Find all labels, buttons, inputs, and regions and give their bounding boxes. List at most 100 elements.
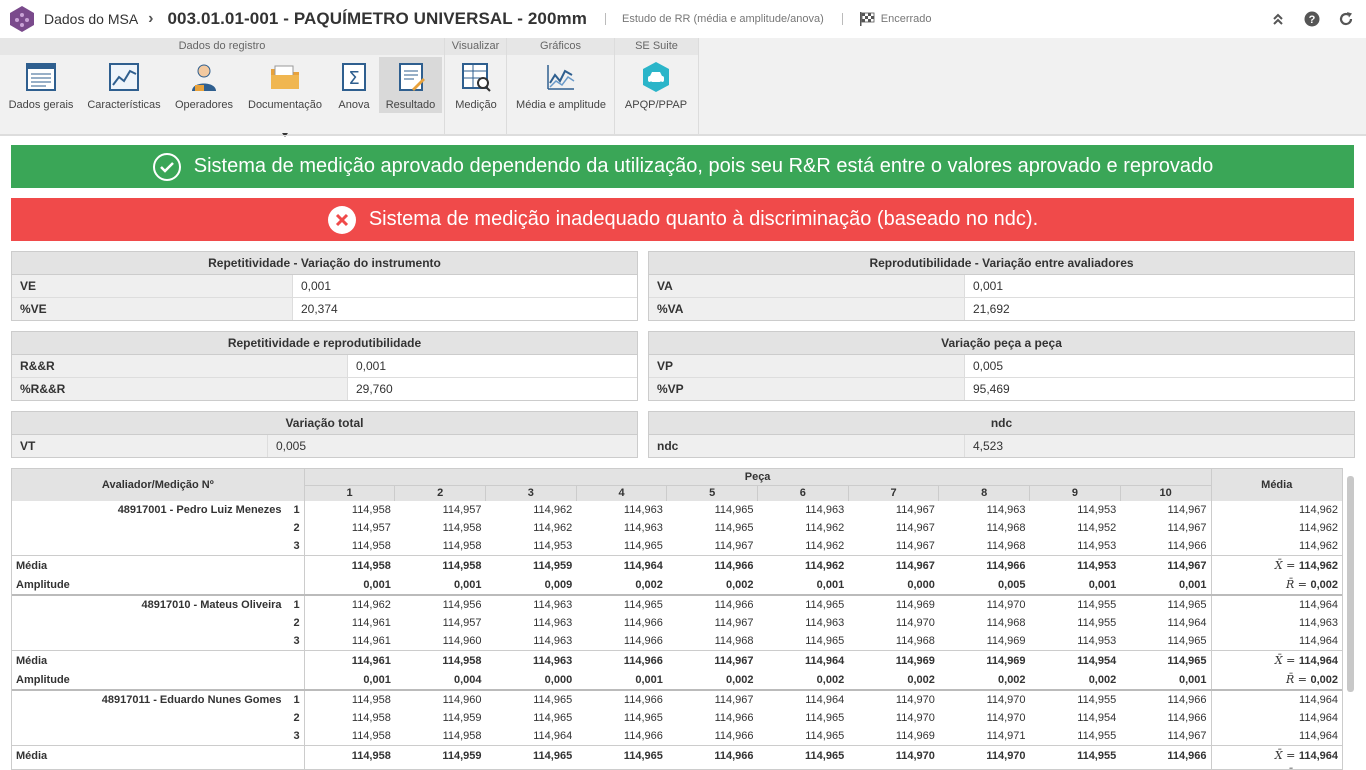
measurement-cell: 114,958	[351, 504, 391, 516]
measurement-cell: 114,963	[533, 617, 573, 629]
measurement-cell: 114,958	[442, 522, 482, 534]
collapse-icon[interactable]	[1268, 9, 1288, 29]
header-piece-number: 2	[394, 485, 487, 501]
measurement-cell: 114,957	[442, 504, 482, 516]
anova-button[interactable]: Σ Anova	[334, 57, 374, 113]
measurement-cell: 114,966	[623, 617, 663, 629]
mean-row-summary: X̄ = 114,964	[1210, 650, 1342, 670]
header-piece-number: 4	[576, 485, 668, 501]
app-logo-icon[interactable]	[8, 5, 36, 33]
measurement-cell: 114,970	[895, 712, 935, 724]
medicao-button[interactable]: Medição	[451, 57, 501, 113]
measurement-cell: 114,966	[623, 730, 663, 742]
mean-row: Média 114,961 114,958 114,963 114,966 114,967…	[12, 650, 1342, 670]
measurement-cell: 114,958	[442, 540, 482, 552]
measurement-cell: 114,961	[351, 635, 391, 647]
amplitude-row-cell: 0,001	[1178, 578, 1207, 591]
summary-row: ndc 4,523	[649, 435, 1354, 457]
table-row: 3 114,958 114,958 114,953 114,965 114,967 114,…	[12, 537, 1342, 556]
breadcrumb-app[interactable]: Dados do MSA	[44, 11, 138, 27]
page-title: 003.01.01-001 - PAQUÍMETRO UNIVERSAL - 2…	[167, 9, 587, 28]
rejected-message: Sistema de medição inadequado quanto à d…	[368, 208, 1039, 230]
mean-row-cell: 114,964	[757, 650, 849, 670]
trend-chart-icon	[547, 65, 575, 90]
mean-row-cell: 114,967	[1120, 555, 1211, 575]
mean-row-cell: 114,966	[1120, 745, 1211, 765]
mean-row-cell: 114,958	[304, 745, 395, 765]
header-evaluator: Avaliador/Medição Nº	[12, 469, 305, 501]
xbar-value: 114,962	[1298, 560, 1338, 572]
measurement-cell: 114,966	[714, 712, 754, 724]
help-icon[interactable]: ?	[1302, 9, 1322, 29]
measurement-cell: 114,957	[351, 522, 391, 534]
amplitude-row-cell: 0,001	[453, 578, 482, 591]
rbar-symbol: R̄ =	[1285, 673, 1311, 686]
measurement-cell: 114,955	[1077, 617, 1117, 629]
table-row: 48917011 - Eduardo Nunes Gomes 1 114,958 11…	[12, 689, 1342, 709]
vertical-scrollbar[interactable]	[1347, 476, 1354, 692]
divider	[604, 13, 606, 25]
measurement-cell: 114,965	[1167, 635, 1207, 647]
mean-row: Média 114,958 114,959 114,965 114,965 114,966…	[12, 745, 1342, 765]
measurement-cell: 114,965	[485, 689, 577, 709]
ribbon-toolbar: Dados do registro Visualizar Gráficos SE…	[0, 38, 1366, 137]
caracteristicas-button[interactable]: Características	[84, 57, 164, 113]
measurement-cell: 114,970	[986, 712, 1026, 724]
measurement-cell: 114,958	[351, 540, 391, 552]
amplitude-row-cell: 0,002	[635, 578, 663, 591]
row-mean-cell: 114,964	[1210, 689, 1342, 709]
amplitude-row-cell: 0,001	[363, 673, 391, 686]
amplitude-row-label: Amplitude	[12, 670, 305, 690]
measurement-cell: 114,955	[1029, 689, 1121, 709]
ndc-panel: ndc ndc 4,523	[648, 411, 1355, 458]
car-icon	[643, 62, 669, 92]
measurement-cell: 114,965	[805, 635, 845, 647]
mean-row-cell: 114,970	[848, 745, 939, 765]
apqp-ppap-button[interactable]: APQP/PPAP	[620, 57, 692, 113]
measurement-cell: 114,954	[1077, 712, 1117, 724]
measurement-cell: 114,971	[986, 730, 1026, 742]
header-piece-number: 3	[485, 485, 577, 501]
dados-gerais-button[interactable]: Dados gerais	[4, 57, 78, 113]
mean-row-cell: 114,962	[757, 555, 849, 575]
rbar-symbol: R̄ =	[1285, 578, 1311, 591]
measurement-cell: 114,958	[304, 689, 395, 709]
checkered-flag-icon	[859, 12, 875, 26]
mean-row-cell: 114,965	[485, 745, 577, 765]
resultado-button[interactable]: Resultado	[379, 57, 442, 113]
xbar-symbol: X̄ =	[1274, 654, 1299, 667]
measurement-number: 2	[293, 522, 300, 534]
summary-row: %VA 21,692	[649, 298, 1354, 320]
xbar-symbol: X̄ =	[1274, 559, 1299, 572]
measurement-number: 2	[293, 712, 300, 724]
amplitude-row-cell: 0,000	[907, 578, 935, 591]
measurement-cell: 114,968	[986, 617, 1026, 629]
measurement-cell: 114,965	[623, 712, 663, 724]
refresh-icon[interactable]	[1336, 9, 1356, 29]
mean-row-cell: 114,969	[848, 650, 939, 670]
measurement-cell: 114,953	[1077, 540, 1117, 552]
media-amplitude-button[interactable]: Média e amplitude	[512, 57, 610, 113]
header-piece-number: 9	[1029, 485, 1121, 501]
evaluator-name: 48917001 - Pedro Luiz Menezes	[117, 504, 282, 516]
measurement-cell: 114,968	[986, 540, 1026, 552]
mean-row-cell: 114,966	[666, 745, 758, 765]
operadores-button[interactable]: Operadores	[170, 57, 238, 113]
mean-row-cell: 114,970	[938, 745, 1030, 765]
folder-icon	[271, 65, 299, 89]
row-mean-cell: 114,964	[1210, 727, 1342, 746]
measurement-cell: 114,970	[938, 689, 1030, 709]
breadcrumb-chevron-icon: ›	[148, 10, 154, 27]
measurement-cell: 114,967	[1167, 504, 1207, 516]
measurement-number: 3	[293, 540, 300, 552]
measurement-cell: 114,966	[1167, 712, 1207, 724]
measurement-table-container[interactable]: Avaliador/Medição Nº Peça Média 12345678…	[11, 468, 1343, 770]
table-row: 2 114,957 114,958 114,962 114,963 114,965 114,…	[12, 519, 1342, 537]
table-row: 48917010 - Mateus Oliveira 1 114,962 114,95…	[12, 594, 1342, 614]
measurement-cell: 114,969	[986, 635, 1026, 647]
amplitude-row-cell: 0,005	[998, 578, 1026, 591]
measurement-cell: 114,955	[1077, 730, 1117, 742]
amplitude-row-cell: 0,004	[453, 673, 482, 686]
documentacao-button[interactable]: Documentação	[244, 57, 326, 137]
form-icon	[26, 63, 56, 91]
